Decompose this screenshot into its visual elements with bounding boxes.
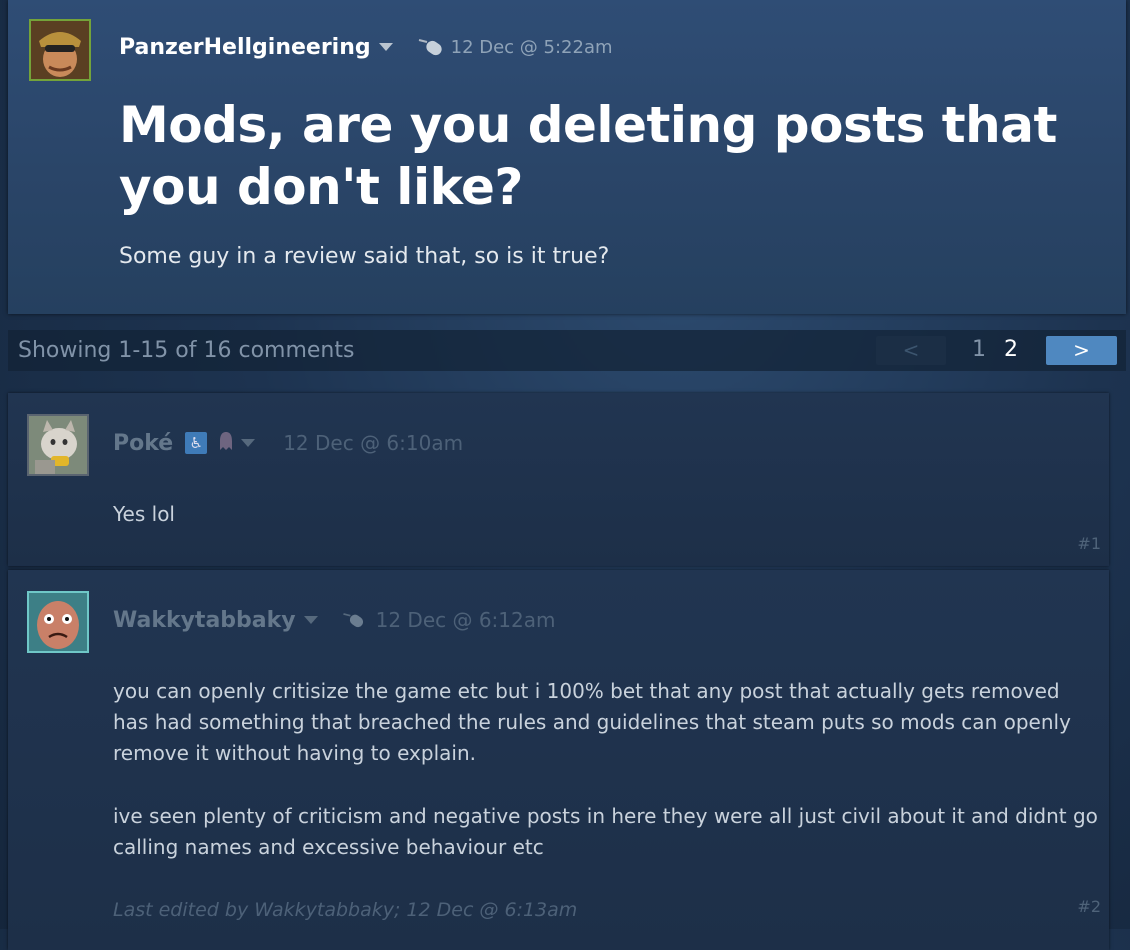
page-link-1[interactable]: 1 (972, 337, 986, 362)
mouse-icon (340, 610, 366, 630)
topic-date: 12 Dec @ 5:22am (450, 36, 613, 58)
comment-text: Yes lol (113, 502, 175, 526)
last-edited-note: Last edited by Wakkytabbaky; 12 Dec @ 6:… (113, 899, 578, 921)
author-avatar[interactable] (29, 19, 91, 81)
commenter-name[interactable]: Wakkytabbaky (113, 608, 296, 633)
prev-page-button[interactable]: < (876, 336, 946, 365)
comment-2: Wakkytabbaky 12 Dec @ 6:12am you can ope… (8, 570, 1109, 950)
commenter-avatar[interactable] (27, 591, 89, 653)
comments-paging-bar: Showing 1-15 of 16 comments < 1 2 > (8, 330, 1126, 371)
comment-paragraph: you can openly critisize the game etc bu… (113, 679, 1071, 765)
commenter-avatar[interactable] (27, 414, 89, 476)
commenter-dropdown-icon[interactable] (241, 439, 256, 447)
topic-author-name[interactable]: PanzerHellgineering (119, 35, 371, 60)
commenter-name[interactable]: Poké (113, 431, 173, 456)
topic-body: Some guy in a review said that, so is it… (119, 244, 610, 269)
accessibility-badge-icon: ♿ (185, 432, 208, 454)
comment-number[interactable]: #1 (1077, 534, 1101, 553)
comment-1: Poké ♿ 12 Dec @ 6:10am Yes lol #1 (8, 393, 1109, 566)
comment-number[interactable]: #2 (1077, 897, 1101, 916)
next-page-button[interactable]: > (1046, 336, 1117, 365)
comment-text: you can openly critisize the game etc bu… (113, 676, 1098, 863)
commenter-dropdown-icon[interactable] (303, 616, 318, 624)
comments-count-summary: Showing 1-15 of 16 comments (18, 338, 355, 363)
comment-date: 12 Dec @ 6:10am (283, 431, 464, 455)
ghost-badge-icon (219, 431, 233, 456)
comment-paragraph: ive seen plenty of criticism and negativ… (113, 804, 1098, 859)
topic-title: Mods, are you deleting posts that you do… (119, 96, 1057, 216)
page-current-2: 2 (1004, 337, 1018, 362)
topic-header: PanzerHellgineering 12 Dec @ 5:22am Mods… (8, 0, 1126, 314)
author-dropdown-icon[interactable] (378, 43, 393, 51)
mouse-icon (415, 36, 445, 58)
comment-date: 12 Dec @ 6:12am (375, 608, 556, 632)
